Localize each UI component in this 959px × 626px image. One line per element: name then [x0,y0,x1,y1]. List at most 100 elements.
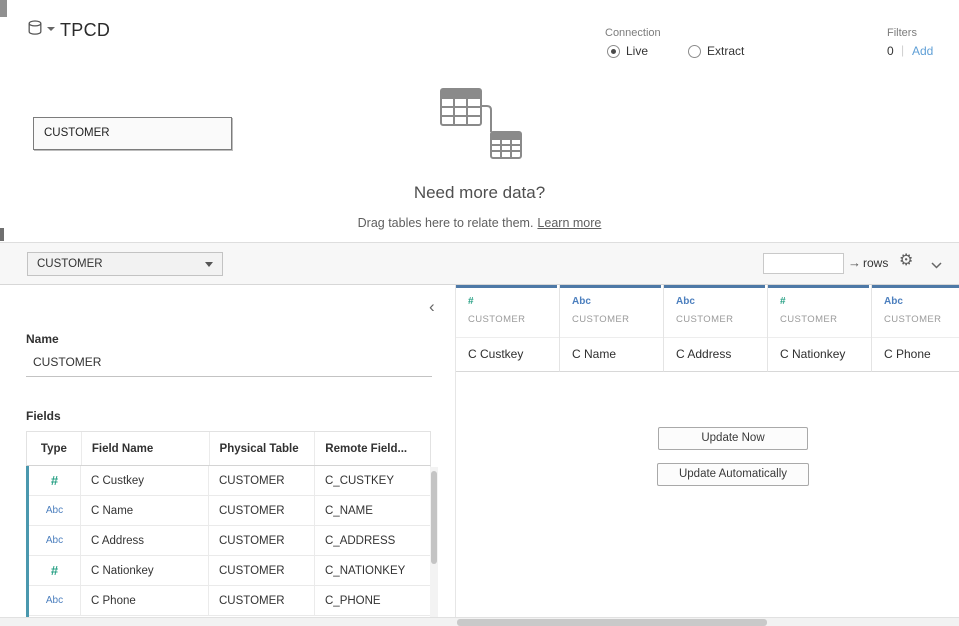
filters-count: 0 [887,44,894,58]
tables-illustration-icon [440,88,532,166]
chevron-down-icon[interactable] [931,258,942,272]
grid-field-name: C Custkey [456,338,559,361]
data-grid-header: # CUSTOMER C Custkey Abc CUSTOMER C Name Abc CU… [456,285,959,372]
radio-extract-label: Extract [707,44,744,58]
field-remote-name: C_NATIONKEY [315,556,430,585]
fields-column-header[interactable]: Field Name [82,432,210,465]
field-physical-table: CUSTOMER [209,526,315,555]
grid-column-header[interactable]: Abc CUSTOMER C Phone [872,285,959,372]
grid-column-meta: # CUSTOMER [768,288,871,338]
grid-field-name: C Nationkey [768,338,871,361]
grid-table-label: CUSTOMER [676,314,767,325]
datasource-title: TPCD [60,20,110,41]
grid-toolbar: CUSTOMER → rows ⚙ [0,242,959,285]
grid-column-meta: Abc CUSTOMER [872,288,959,338]
grid-field-name: C Address [664,338,767,361]
connection-live-radio[interactable]: Live [607,44,648,58]
field-type-icon: # [29,556,81,585]
grid-field-name: C Name [560,338,663,361]
horizontal-scrollbar-track[interactable] [0,617,959,626]
data-preview-grid: # CUSTOMER C Custkey Abc CUSTOMER C Name Abc CU… [455,285,959,618]
connection-label: Connection [605,27,661,39]
update-automatically-button[interactable]: Update Automatically [657,463,809,486]
grid-column-header[interactable]: Abc CUSTOMER C Address [664,285,768,372]
gear-icon[interactable]: ⚙ [899,253,913,269]
empty-state-title: Need more data? [0,183,959,203]
field-row[interactable]: AbcC PhoneCUSTOMERC_PHONE [29,586,431,616]
grid-field-type-icon: # [468,297,559,307]
field-name: C Address [81,526,209,555]
radio-live-icon[interactable] [607,45,620,58]
radio-live-label: Live [626,44,648,58]
grid-column-meta: Abc CUSTOMER [664,288,767,338]
horizontal-scrollbar-thumb[interactable] [457,619,767,626]
grid-table-label: CUSTOMER [780,314,871,325]
name-value[interactable]: CUSTOMER [33,355,101,369]
fields-table-header: TypeField NamePhysical TableRemote Field… [26,431,431,466]
datasource-menu-caret-icon[interactable] [47,27,55,31]
rows-label: rows [863,256,888,270]
grid-column-header[interactable]: # CUSTOMER C Custkey [456,285,560,372]
field-remote-name: C_NAME [315,496,430,525]
field-name: C Custkey [81,466,209,495]
table-select-value: CUSTOMER [37,258,103,270]
field-physical-table: CUSTOMER [209,586,315,615]
fields-label: Fields [26,409,61,423]
fields-scrollbar-thumb[interactable] [431,471,437,564]
field-name: C Nationkey [81,556,209,585]
grid-column-header[interactable]: # CUSTOMER C Nationkey [768,285,872,372]
field-remote-name: C_CUSTKEY [315,466,430,495]
name-label: Name [26,332,59,346]
field-type-icon: # [29,466,81,495]
grid-column-meta: Abc CUSTOMER [560,288,663,338]
field-row[interactable]: #C CustkeyCUSTOMERC_CUSTKEY [29,466,431,496]
grid-table-label: CUSTOMER [468,314,559,325]
grid-field-type-icon: Abc [884,297,959,307]
field-name: C Name [81,496,209,525]
name-field-underline [26,376,432,377]
field-type-icon: Abc [29,586,81,615]
drag-tables-text: Drag tables here to relate them. [358,216,534,230]
grid-field-type-icon: Abc [572,297,663,307]
connection-extract-radio[interactable]: Extract [688,44,744,58]
collapsed-pane-edge-top [0,0,7,17]
datasource-icon[interactable] [26,19,44,40]
field-remote-name: C_PHONE [315,586,430,615]
collapse-panel-chevron-icon[interactable]: ‹ [429,298,435,315]
learn-more-link[interactable]: Learn more [537,216,601,230]
radio-extract-icon[interactable] [688,45,701,58]
field-type-icon: Abc [29,526,81,555]
fields-column-header[interactable]: Remote Field... [315,432,430,465]
rows-arrow-icon: → [848,255,861,270]
field-physical-table: CUSTOMER [209,466,315,495]
field-name: C Phone [81,586,209,615]
fields-table: TypeField NamePhysical TableRemote Field… [26,431,431,626]
filters-label: Filters [887,27,917,39]
table-select-dropdown[interactable]: CUSTOMER [27,252,223,276]
fields-column-header[interactable]: Physical Table [210,432,316,465]
field-physical-table: CUSTOMER [209,496,315,525]
filters-divider: | [901,43,904,57]
fields-table-body: #C CustkeyCUSTOMERC_CUSTKEYAbcC NameCUST… [26,466,431,626]
update-now-button[interactable]: Update Now [658,427,808,450]
field-row[interactable]: AbcC AddressCUSTOMERC_ADDRESS [29,526,431,556]
select-caret-icon [205,262,213,267]
fields-column-header[interactable]: Type [27,432,82,465]
grid-column-header[interactable]: Abc CUSTOMER C Name [560,285,664,372]
rows-input[interactable] [763,253,844,274]
field-type-icon: Abc [29,496,81,525]
grid-table-label: CUSTOMER [572,314,663,325]
field-row[interactable]: AbcC NameCUSTOMERC_NAME [29,496,431,526]
logical-table-customer[interactable]: CUSTOMER [33,117,232,150]
grid-column-meta: # CUSTOMER [456,288,559,338]
grid-field-name: C Phone [872,338,959,361]
filters-add-link[interactable]: Add [912,44,933,58]
field-physical-table: CUSTOMER [209,556,315,585]
datasource-page: TPCD Connection Live Extract Filters 0 |… [0,0,959,626]
fields-scrollbar-track[interactable] [430,467,438,617]
grid-field-type-icon: # [780,297,871,307]
grid-table-label: CUSTOMER [884,314,959,325]
empty-state-subtitle: Drag tables here to relate them.Learn mo… [0,216,959,230]
field-row[interactable]: #C NationkeyCUSTOMERC_NATIONKEY [29,556,431,586]
grid-field-type-icon: Abc [676,297,767,307]
